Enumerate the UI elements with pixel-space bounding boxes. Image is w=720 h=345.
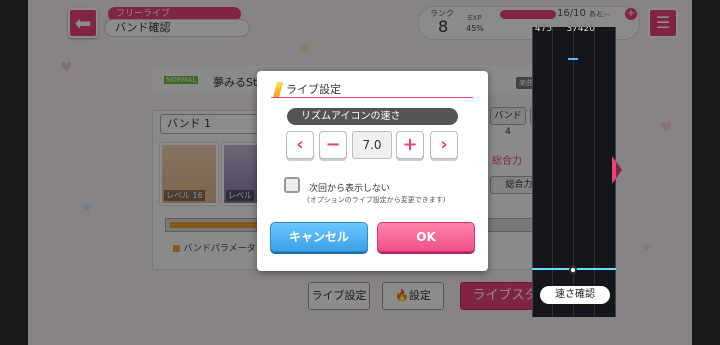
speed-check-button[interactable]: 速さ確認	[540, 286, 610, 304]
preview-note	[568, 58, 578, 60]
judge-dot-icon	[569, 266, 577, 274]
dont-show-again-label: 次回から表示しない	[309, 184, 391, 194]
speed-decrease-button[interactable]: −	[319, 131, 347, 159]
lane-line	[594, 27, 595, 317]
left-letterbox	[0, 0, 28, 345]
dialog-title-divider	[271, 97, 473, 98]
plus-icon: +	[402, 134, 418, 155]
lane-line	[552, 27, 553, 317]
right-letterbox	[692, 0, 720, 345]
dont-show-again-checkbox[interactable]	[284, 177, 300, 193]
game-screen: ♥ ★ ◆ ♥ ★ ⬅ フリーライブ バンド確認 ランク 8 EXP 45% 1…	[0, 0, 720, 345]
speed-setting-label: リズムアイコンの速さ	[287, 108, 458, 125]
speed-value: 7.0	[352, 131, 392, 159]
chevron-left-icon: ‹	[296, 134, 304, 155]
cancel-button[interactable]: キャンセル	[270, 222, 368, 252]
dont-show-again-note: (オプションのライブ設定から変更できます)	[307, 196, 446, 204]
modal-overlay	[532, 317, 616, 345]
chevron-right-icon: ›	[440, 134, 448, 155]
dialog-title: ライブ設定	[286, 83, 341, 96]
modal-overlay	[532, 0, 616, 27]
modal-overlay	[616, 0, 692, 345]
minus-icon: −	[325, 134, 341, 155]
speed-large-decrease-button[interactable]: ‹	[286, 131, 314, 159]
ok-button[interactable]: OK	[377, 222, 475, 252]
speed-increase-button[interactable]: +	[396, 131, 424, 159]
speed-large-increase-button[interactable]: ›	[430, 131, 458, 159]
